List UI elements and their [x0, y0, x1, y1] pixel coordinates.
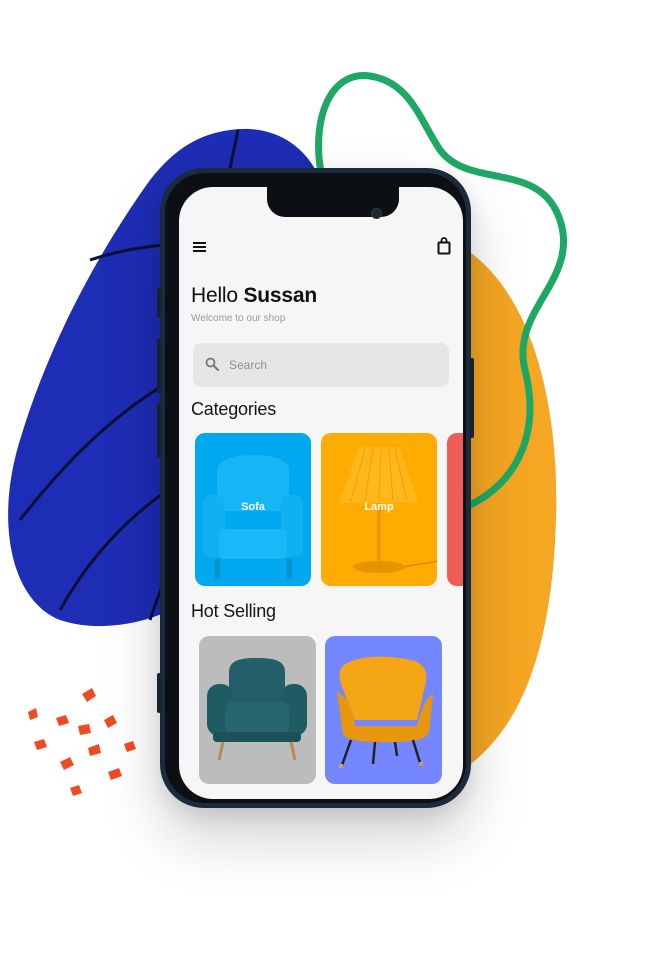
hamburger-menu-icon[interactable] [193, 241, 207, 253]
hot-selling-product-card[interactable] [325, 636, 442, 784]
user-name: Sussan [243, 284, 318, 307]
search-icon [205, 357, 219, 371]
category-card-lamp[interactable]: Lamp [321, 433, 437, 586]
phone-side-button [157, 338, 161, 393]
phone-side-button [157, 673, 161, 713]
hot-selling-title: Hot Selling [191, 601, 276, 621]
category-card-partial[interactable] [447, 433, 463, 586]
teal-armchair-image [207, 658, 307, 761]
welcome-subtitle: Welcome to our shop [191, 313, 286, 324]
categories-title: Categories [191, 399, 277, 419]
phone-bezel: Hello Sussan Welcome to our shop Search … [165, 173, 466, 803]
greeting-heading: Hello Sussan [191, 284, 317, 308]
hot-selling-product-card[interactable] [199, 636, 316, 784]
search-placeholder: Search [229, 358, 268, 372]
search-input[interactable]: Search [193, 343, 449, 387]
shopping-bag-icon[interactable] [437, 237, 451, 255]
phone-side-button [157, 403, 161, 458]
orange-confetti [28, 688, 136, 796]
yellow-armchair-image [337, 656, 433, 769]
phone-mockup: Hello Sussan Welcome to our shop Search … [157, 168, 474, 808]
phone-power-button [470, 358, 474, 438]
category-card-sofa[interactable]: Sofa [195, 433, 311, 586]
phone-side-button [157, 288, 161, 318]
app-screen: Hello Sussan Welcome to our shop Search … [179, 187, 463, 799]
greeting-text: Hello [191, 284, 238, 307]
category-label: Sofa [241, 501, 265, 513]
category-label: Lamp [364, 501, 394, 513]
phone-notch [267, 187, 399, 219]
camera-icon [371, 208, 382, 219]
